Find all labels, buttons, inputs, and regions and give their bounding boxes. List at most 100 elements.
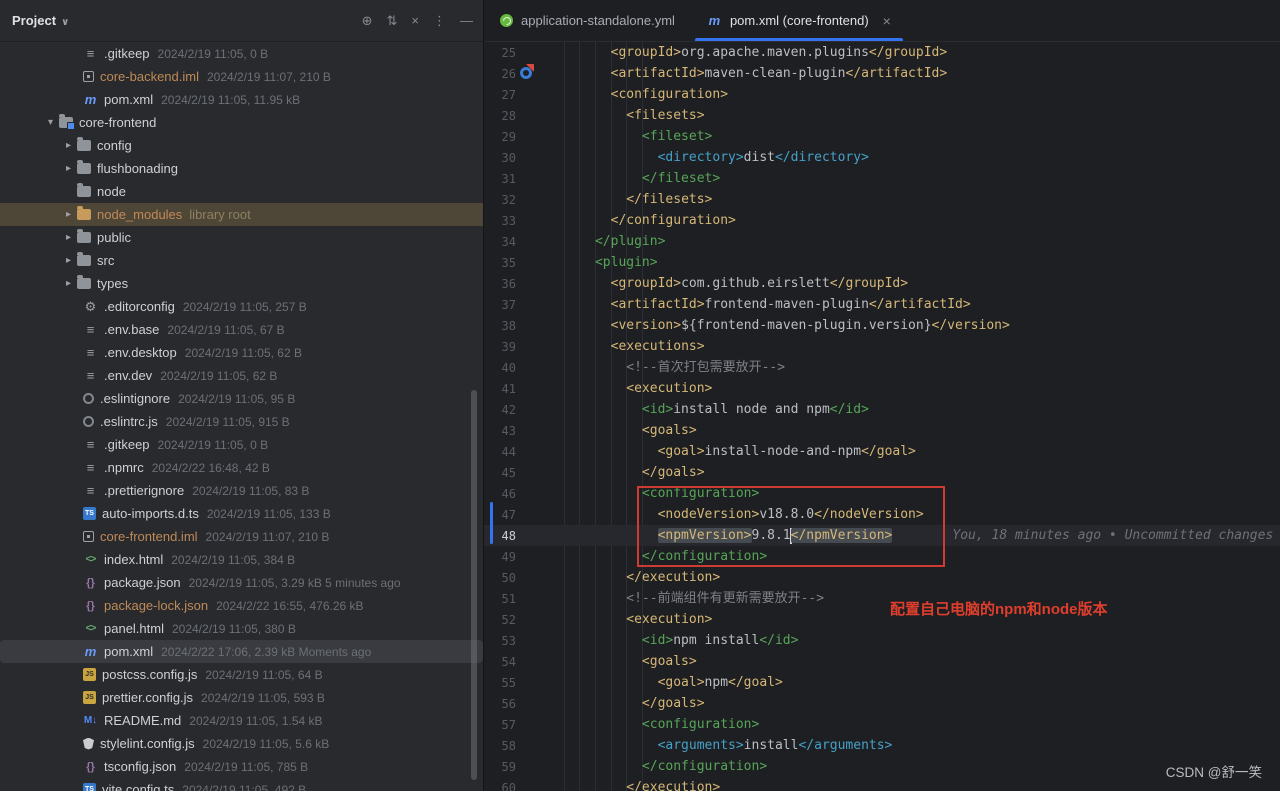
code-line-53[interactable]: 53 <id>npm install</id> (484, 630, 1280, 651)
close-tab-icon[interactable]: × (883, 13, 891, 29)
tree-item-tsconfig-json[interactable]: {}tsconfig.json2024/2/19 11:05, 785 B (0, 755, 483, 778)
tree-item--eslintignore[interactable]: .eslintignore2024/2/19 11:05, 95 B (0, 387, 483, 410)
chevron-right-icon[interactable]: ▸ (60, 278, 77, 289)
code-line-38[interactable]: 38 <version>${frontend-maven-plugin.vers… (484, 315, 1280, 336)
tree-item-pom-xml[interactable]: mpom.xml2024/2/22 17:06, 2.39 kB Moments… (0, 640, 483, 663)
tree-item-label: .editorconfig (104, 299, 175, 314)
collapse-all-icon[interactable]: × (411, 14, 419, 27)
code-line-28[interactable]: 28 <filesets> (484, 105, 1280, 126)
tab-application-standalone-yml[interactable]: application-standalone.yml (484, 0, 691, 41)
tree-item-readme-md[interactable]: M↓README.md2024/2/19 11:05, 1.54 kB (0, 709, 483, 732)
plugin-gutter-icon[interactable] (520, 67, 532, 79)
tree-item-meta: 2024/2/22 16:48, 42 B (152, 461, 270, 475)
locate-icon[interactable]: ⊕ (362, 14, 373, 27)
code-line-59[interactable]: 59 </configuration> (484, 756, 1280, 777)
chevron-down-icon[interactable]: ▾ (42, 117, 59, 128)
code-line-27[interactable]: 27 <configuration> (484, 84, 1280, 105)
tree-item--editorconfig[interactable]: ⚙.editorconfig2024/2/19 11:05, 257 B (0, 295, 483, 318)
tree-item--eslintrc-js[interactable]: .eslintrc.js2024/2/19 11:05, 915 B (0, 410, 483, 433)
code-text: <goal>npm</goal> (548, 672, 783, 693)
code-line-32[interactable]: 32 </filesets> (484, 189, 1280, 210)
tree-item-core-backend-iml[interactable]: core-backend.iml2024/2/19 11:07, 210 B (0, 65, 483, 88)
gutter-change-marker[interactable] (490, 502, 493, 544)
line-number: 60 (484, 781, 516, 791)
hide-panel-icon[interactable]: — (460, 14, 473, 27)
tab-pom-xml[interactable]: m pom.xml (core-frontend) × (691, 0, 907, 41)
code-line-52[interactable]: 52 <execution> (484, 609, 1280, 630)
project-scrollbar[interactable] (471, 390, 477, 780)
tree-item-package-json[interactable]: {}package.json2024/2/19 11:05, 3.29 kB 5… (0, 571, 483, 594)
code-line-39[interactable]: 39 <executions> (484, 336, 1280, 357)
code-line-36[interactable]: 36 <groupId>com.github.eirslett</groupId… (484, 273, 1280, 294)
tree-item--npmrc[interactable]: ≡.npmrc2024/2/22 16:48, 42 B (0, 456, 483, 479)
code-text: <directory>dist</directory> (548, 147, 869, 168)
tree-item-index-html[interactable]: <>index.html2024/2/19 11:05, 384 B (0, 548, 483, 571)
tree-item-node-modules[interactable]: ▸node_moduleslibrary root (0, 203, 483, 226)
code-line-60[interactable]: 60 </execution> (484, 777, 1280, 791)
tree-item-package-lock-json[interactable]: {}package-lock.json2024/2/22 16:55, 476.… (0, 594, 483, 617)
chevron-right-icon[interactable]: ▸ (60, 140, 77, 151)
code-line-26[interactable]: 26 <artifactId>maven-clean-plugin</artif… (484, 63, 1280, 84)
code-line-29[interactable]: 29 <fileset> (484, 126, 1280, 147)
code-editor[interactable]: 25 <groupId>org.apache.maven.plugins</gr… (484, 42, 1280, 791)
code-line-42[interactable]: 42 <id>install node and npm</id> (484, 399, 1280, 420)
tree-item-core-frontend[interactable]: ▾core-frontend (0, 111, 483, 134)
code-line-50[interactable]: 50 </execution> (484, 567, 1280, 588)
project-dropdown[interactable]: Project∨ (12, 13, 69, 28)
code-line-31[interactable]: 31 </fileset> (484, 168, 1280, 189)
tree-item-node[interactable]: node (0, 180, 483, 203)
line-number: 49 (484, 550, 516, 564)
code-line-45[interactable]: 45 </goals> (484, 462, 1280, 483)
tree-item-public[interactable]: ▸public (0, 226, 483, 249)
tree-item--gitkeep[interactable]: ≡.gitkeep2024/2/19 11:05, 0 B (0, 42, 483, 65)
tree-item-config[interactable]: ▸config (0, 134, 483, 157)
code-line-58[interactable]: 58 <arguments>install</arguments> (484, 735, 1280, 756)
tree-item-vite-config-ts[interactable]: TSvite.config.ts2024/2/19 11:05, 492 B (0, 778, 483, 791)
tree-item-auto-imports-d-ts[interactable]: TSauto-imports.d.ts2024/2/19 11:05, 133 … (0, 502, 483, 525)
code-line-35[interactable]: 35 <plugin> (484, 252, 1280, 273)
code-line-57[interactable]: 57 <configuration> (484, 714, 1280, 735)
html-icon: <> (83, 552, 98, 567)
more-options-icon[interactable]: ⋮ (433, 14, 446, 27)
line-number: 30 (484, 151, 516, 165)
tree-item-label: prettier.config.js (102, 690, 193, 705)
tree-item-prettier-config-js[interactable]: JSprettier.config.js2024/2/19 11:05, 593… (0, 686, 483, 709)
code-line-34[interactable]: 34 </plugin> (484, 231, 1280, 252)
tree-item-flushbonading[interactable]: ▸flushbonading (0, 157, 483, 180)
tree-item--gitkeep[interactable]: ≡.gitkeep2024/2/19 11:05, 0 B (0, 433, 483, 456)
code-line-43[interactable]: 43 <goals> (484, 420, 1280, 441)
chevron-right-icon[interactable]: ▸ (60, 209, 77, 220)
tree-item-postcss-config-js[interactable]: JSpostcss.config.js2024/2/19 11:05, 64 B (0, 663, 483, 686)
tree-item-panel-html[interactable]: <>panel.html2024/2/19 11:05, 380 B (0, 617, 483, 640)
chevron-right-icon[interactable]: ▸ (60, 232, 77, 243)
tree-item--prettierignore[interactable]: ≡.prettierignore2024/2/19 11:05, 83 B (0, 479, 483, 502)
code-line-33[interactable]: 33 </configuration> (484, 210, 1280, 231)
code-line-30[interactable]: 30 <directory>dist</directory> (484, 147, 1280, 168)
code-line-41[interactable]: 41 <execution> (484, 378, 1280, 399)
chevron-right-icon[interactable]: ▸ (60, 163, 77, 174)
tree-item-core-frontend-iml[interactable]: core-frontend.iml2024/2/19 11:07, 210 B (0, 525, 483, 548)
tree-item-meta: 2024/2/19 11:05, 384 B (171, 553, 295, 567)
code-line-25[interactable]: 25 <groupId>org.apache.maven.plugins</gr… (484, 42, 1280, 63)
tree-item-label: .env.desktop (104, 345, 177, 360)
chevron-right-icon[interactable]: ▸ (60, 255, 77, 266)
tree-item-stylelint-config-js[interactable]: stylelint.config.js2024/2/19 11:05, 5.6 … (0, 732, 483, 755)
tree-item--env-base[interactable]: ≡.env.base2024/2/19 11:05, 67 B (0, 318, 483, 341)
line-number: 42 (484, 403, 516, 417)
tree-item-pom-xml[interactable]: mpom.xml2024/2/19 11:05, 11.95 kB (0, 88, 483, 111)
code-line-40[interactable]: 40 <!--首次打包需要放开--> (484, 357, 1280, 378)
tree-item-src[interactable]: ▸src (0, 249, 483, 272)
code-line-37[interactable]: 37 <artifactId>frontend-maven-plugin</ar… (484, 294, 1280, 315)
code-line-56[interactable]: 56 </goals> (484, 693, 1280, 714)
tree-item-types[interactable]: ▸types (0, 272, 483, 295)
line-number: 58 (484, 739, 516, 753)
tree-item-label: postcss.config.js (102, 667, 197, 682)
folder-icon (77, 278, 91, 289)
code-line-44[interactable]: 44 <goal>install-node-and-npm</goal> (484, 441, 1280, 462)
tree-item--env-desktop[interactable]: ≡.env.desktop2024/2/19 11:05, 62 B (0, 341, 483, 364)
expand-collapse-icon[interactable]: ⇅ (387, 14, 398, 27)
code-line-51[interactable]: 51 <!--前端组件有更新需要放开--> (484, 588, 1280, 609)
code-line-54[interactable]: 54 <goals> (484, 651, 1280, 672)
tree-item--env-dev[interactable]: ≡.env.dev2024/2/19 11:05, 62 B (0, 364, 483, 387)
code-line-55[interactable]: 55 <goal>npm</goal> (484, 672, 1280, 693)
